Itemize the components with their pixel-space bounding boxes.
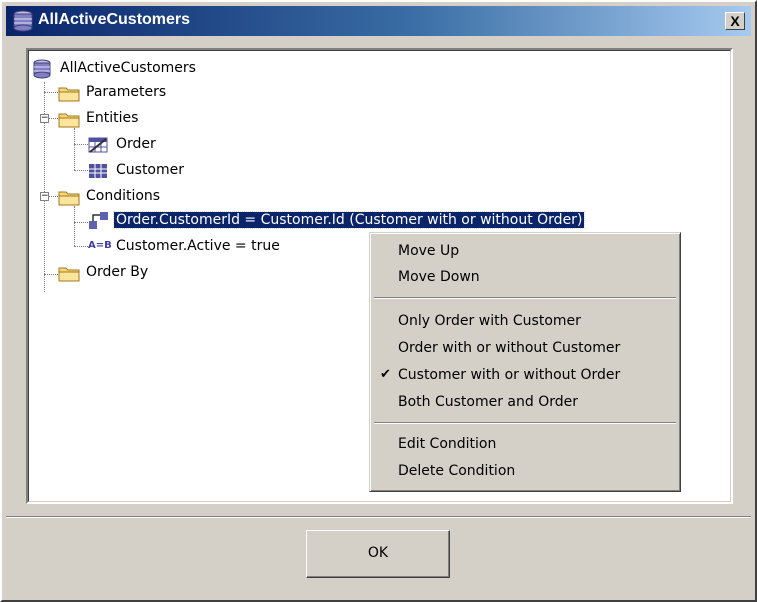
menu-item-label: Move Up: [398, 243, 460, 259]
menu-separator: [374, 297, 676, 299]
tree-node-label: Parameters: [86, 84, 167, 100]
collapse-icon[interactable]: −: [40, 192, 49, 201]
checkmark-icon: ✔: [380, 367, 391, 382]
window-title: AllActiveCustomers: [38, 11, 191, 28]
folder-icon: [58, 267, 80, 282]
folder-icon: [58, 191, 80, 206]
menu-item-label: Both Customer and Order: [398, 394, 579, 410]
folder-icon: [58, 87, 80, 102]
menu-item-label: Delete Condition: [398, 463, 516, 479]
close-button[interactable]: X: [725, 12, 745, 30]
menu-item-order-with-or-without-customer[interactable]: Order with or without Customer: [370, 336, 680, 362]
table-strikethrough-icon: [88, 137, 108, 153]
tree-node-label: AllActiveCustomers: [60, 60, 196, 76]
context-menu: Move Up Move Down Only Order with Custom…: [369, 232, 681, 492]
ok-button[interactable]: OK: [306, 530, 450, 578]
menu-item-edit-condition[interactable]: Edit Condition: [370, 432, 680, 458]
join-icon: [89, 212, 108, 229]
title-bar[interactable]: AllActiveCustomers X: [6, 6, 751, 36]
tree-node-label: Order By: [86, 264, 149, 280]
menu-item-delete-condition[interactable]: Delete Condition: [370, 459, 680, 485]
divider: [6, 516, 751, 518]
database-icon: [33, 59, 51, 79]
collapse-icon[interactable]: −: [40, 114, 49, 123]
folder-icon: [58, 113, 80, 128]
tree-node-label: Entities: [86, 110, 139, 126]
comparison-icon: A=B: [88, 240, 112, 251]
menu-item-label: Move Down: [398, 269, 480, 285]
menu-item-label: Order with or without Customer: [398, 340, 621, 356]
menu-separator: [374, 422, 676, 424]
menu-item-move-up[interactable]: Move Up: [370, 239, 680, 265]
table-icon: [89, 164, 107, 178]
database-icon: [13, 10, 33, 32]
tree-node-label: Customer: [116, 162, 185, 178]
tree-node-label: Order: [116, 136, 156, 152]
tree-node-label: Customer.Active = true: [116, 238, 280, 254]
dialog-window: AllActiveCustomers X AllActiveCustomers: [0, 0, 757, 602]
menu-item-label: Customer with or without Order: [398, 367, 621, 383]
menu-item-customer-with-or-without-order[interactable]: ✔ Customer with or without Order: [370, 363, 680, 389]
tree-node-label: Conditions: [86, 188, 161, 204]
menu-item-both-customer-and-order[interactable]: Both Customer and Order: [370, 390, 680, 416]
menu-item-label: Only Order with Customer: [398, 313, 581, 329]
tree-node-label: Order.CustomerId = Customer.Id (Customer…: [112, 211, 586, 229]
menu-item-only-order-with-customer[interactable]: Only Order with Customer: [370, 309, 680, 335]
menu-item-move-down[interactable]: Move Down: [370, 265, 680, 291]
menu-item-label: Edit Condition: [398, 436, 497, 452]
